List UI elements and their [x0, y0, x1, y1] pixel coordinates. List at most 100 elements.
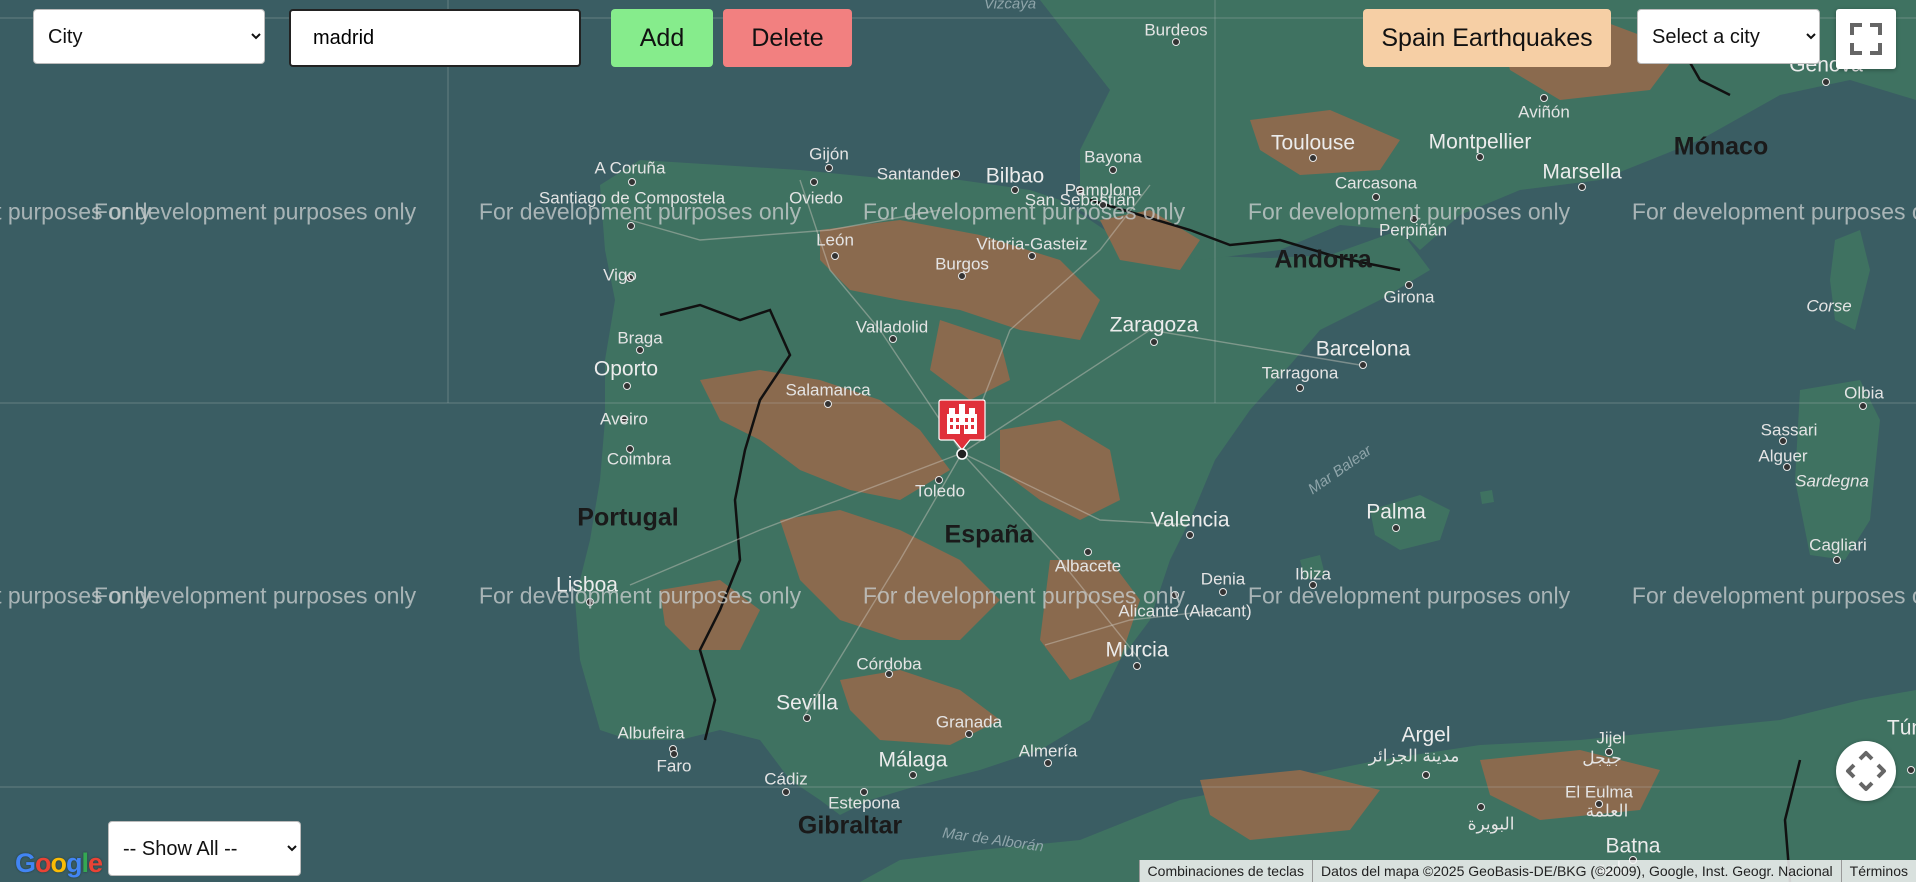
- city-label-batna: Batna: [1605, 834, 1661, 858]
- city-label-salamanca: Salamanca: [785, 380, 871, 400]
- city-label-bilbao: Bilbao: [985, 164, 1045, 188]
- city-label-valladolid: Valladolid: [855, 317, 929, 337]
- city-label-burdeos: Burdeos: [1144, 20, 1208, 40]
- terms-link[interactable]: Términos: [1840, 860, 1916, 882]
- city-label-sardegna: Sardegna: [1795, 471, 1869, 491]
- city-dot: [1296, 384, 1304, 392]
- city-dot: [1477, 803, 1485, 811]
- camera-control-button[interactable]: [1836, 741, 1896, 801]
- city-label-vigo: Vigo: [603, 265, 637, 285]
- city-dot: [1859, 402, 1867, 410]
- delete-button[interactable]: Delete: [723, 9, 852, 67]
- city-label-tarragona: Tarragona: [1261, 363, 1339, 383]
- city-label-burgos: Burgos: [935, 254, 989, 274]
- map-attribution: Combinaciones de teclas Datos del mapa ©…: [1138, 860, 1916, 882]
- city-label-murcia: Murcia: [1105, 638, 1169, 662]
- city-label-palma: Palma: [1366, 500, 1426, 524]
- city-label-eleulma-ar: العلمة: [1585, 801, 1629, 821]
- dev-watermark: For development purposes only: [1631, 198, 1916, 225]
- city-label-santander: Santander: [876, 164, 956, 184]
- dev-watermark: For development purposes only: [862, 198, 1186, 225]
- city-dot: [1219, 588, 1227, 596]
- city-label-sassari: Sassari: [1760, 420, 1818, 440]
- city-label-toledo: Toledo: [914, 481, 966, 501]
- city-label-albacete: Albacete: [1054, 556, 1122, 576]
- city-label-olbia: Olbia: [1844, 383, 1884, 403]
- country-label-gibraltar: Gibraltar: [797, 811, 903, 840]
- city-label-malaga: Málaga: [878, 748, 948, 772]
- city-label-cagliari: Cagliari: [1809, 535, 1867, 555]
- city-dot: [831, 252, 839, 260]
- city-label-braga: Braga: [617, 328, 663, 348]
- keyboard-shortcuts-link[interactable]: Combinaciones de teclas: [1138, 860, 1312, 882]
- type-select[interactable]: City: [33, 9, 265, 64]
- city-label-aveiro: Aveiro: [600, 409, 648, 429]
- city-dot: [1392, 524, 1400, 532]
- city-dot: [1359, 361, 1367, 369]
- city-marker[interactable]: [938, 398, 986, 460]
- city-dot: [782, 788, 790, 796]
- city-label-barcelona: Barcelona: [1315, 337, 1411, 361]
- city-dot: [803, 714, 811, 722]
- city-label-faro: Faro: [656, 756, 692, 776]
- dev-watermark: For development purposes only: [862, 582, 1186, 609]
- city-select[interactable]: Select a city: [1637, 9, 1820, 64]
- city-label-estepona: Estepona: [828, 793, 900, 813]
- dev-watermark: For development purposes only: [93, 582, 417, 609]
- city-label-vitoria: Vitoria-Gasteiz: [976, 234, 1088, 254]
- city-dot: [623, 382, 631, 390]
- city-label-argel: Argel: [1401, 723, 1451, 747]
- city-dot: [1822, 78, 1830, 86]
- add-button[interactable]: Add: [611, 9, 713, 67]
- city-label-montpellier: Montpellier: [1428, 130, 1532, 154]
- dev-watermark: For development purposes only: [93, 198, 417, 225]
- city-dot: [1084, 548, 1092, 556]
- country-label-monaco: Mónaco: [1673, 132, 1769, 161]
- city-dot: [1186, 531, 1194, 539]
- city-label-granada: Granada: [935, 712, 1003, 732]
- city-label-cadiz: Cádiz: [764, 769, 808, 789]
- city-label-jijel: Jijel: [1596, 728, 1626, 748]
- city-label-pamplona: Pamplona: [1064, 180, 1142, 200]
- city-label-oporto: Oporto: [593, 357, 659, 381]
- city-label-leon: León: [816, 230, 854, 250]
- sea-label: Vizcaya: [983, 0, 1037, 13]
- city-label-jijel-ar: جيجل: [1582, 748, 1622, 768]
- city-label-zaragoza: Zaragoza: [1109, 313, 1199, 337]
- city-dot: [1476, 153, 1484, 161]
- city-label-corse: Corse: [1806, 296, 1852, 316]
- city-label-marsella: Marsella: [1542, 160, 1622, 184]
- filter-select[interactable]: -- Show All --: [108, 821, 301, 876]
- city-label-argel-ar: مدينة الجزائر: [1368, 746, 1460, 766]
- city-dot: [824, 400, 832, 408]
- dev-watermark: For development purposes only: [478, 198, 802, 225]
- spain-earthquakes-button[interactable]: Spain Earthquakes: [1363, 9, 1611, 67]
- fullscreen-button[interactable]: [1836, 9, 1896, 69]
- city-label-eleulma: El Eulma: [1564, 782, 1634, 802]
- city-label-cordoba: Córdoba: [856, 654, 922, 674]
- city-label-valencia: Valencia: [1150, 508, 1230, 532]
- city-dot: [1109, 166, 1117, 174]
- city-label-girona: Girona: [1383, 287, 1435, 307]
- city-dot: [810, 178, 818, 186]
- city-dot: [1833, 556, 1841, 564]
- city-label-avinon: Aviñón: [1518, 102, 1570, 122]
- country-label-espana: España: [944, 520, 1034, 549]
- city-label-denia: Denia: [1200, 569, 1246, 589]
- dev-watermark: For development purposes only: [1631, 582, 1916, 609]
- google-logo: Google: [15, 848, 103, 878]
- city-label-sevilla: Sevilla: [776, 691, 838, 715]
- city-dot: [825, 164, 833, 172]
- search-input[interactable]: [289, 9, 581, 67]
- city-label-lacoruna: A Coruña: [594, 158, 666, 178]
- city-dot: [1578, 183, 1586, 191]
- dev-watermark: For development purposes only: [1247, 582, 1571, 609]
- city-dot: [1422, 771, 1430, 779]
- city-dot: [1133, 662, 1141, 670]
- city-label-bouira: البويرة: [1467, 814, 1515, 834]
- map-canvas[interactable]: Vizcaya Mar Balear Mar de Alborán Burdeo…: [0, 0, 1916, 882]
- city-label-albufeira: Albufeira: [617, 723, 685, 743]
- city-dot: [1309, 154, 1317, 162]
- country-label-portugal: Portugal: [577, 503, 679, 532]
- city-label-toulouse: Toulouse: [1270, 131, 1356, 155]
